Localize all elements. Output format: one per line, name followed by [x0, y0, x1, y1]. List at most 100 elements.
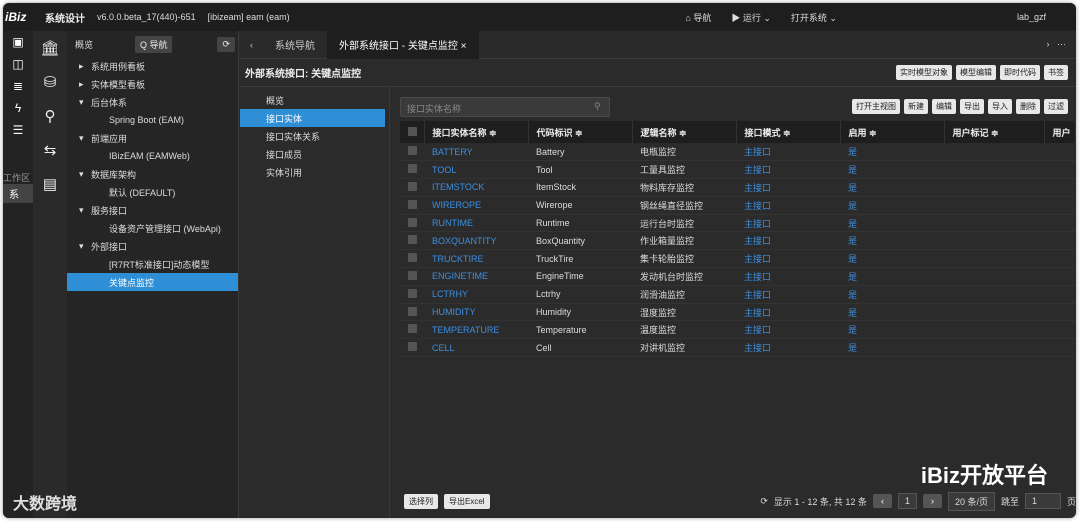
tab-system-nav[interactable]: 系统导航 [263, 31, 327, 59]
window-icon[interactable]: ◫ [3, 53, 33, 75]
export-button[interactable]: 导出 [960, 99, 984, 114]
prev-page-button[interactable]: ‹ [872, 494, 892, 508]
row-checkbox[interactable] [400, 214, 424, 233]
bolt-icon[interactable]: ϟ [3, 97, 33, 119]
row-checkbox[interactable] [400, 160, 424, 180]
tree-item[interactable]: 默认 (DEFAULT) [67, 183, 238, 201]
search-icon[interactable]: ⚲ [594, 101, 601, 112]
tree-item[interactable]: ▾ 前端应用 [67, 129, 238, 147]
tab-key-monitor[interactable]: 外部系统接口 - 关键点监控 × [327, 30, 479, 59]
table-row[interactable]: TOOL Tool 工量具监控 主接口是 [400, 160, 1076, 180]
col-user-tag[interactable]: 用户标记 ≑ [944, 121, 1045, 143]
select-columns-button[interactable]: 选择列 [404, 493, 438, 509]
tree-item[interactable]: [R7RT标准接口]动态模型 [67, 255, 238, 273]
tree-item[interactable]: 关键点监控 [67, 273, 238, 291]
caret-icon[interactable]: ▾ [79, 169, 91, 180]
caret-icon[interactable]: ▾ [79, 205, 91, 216]
tree-nav-button[interactable]: Q 导航 [134, 35, 173, 53]
caret-icon[interactable]: ▾ [79, 97, 91, 108]
tree-item[interactable]: ▾ 服务接口 [67, 201, 238, 219]
cell-entity-name[interactable]: TRUCKTIRE [424, 249, 528, 269]
col-entity-name[interactable]: 接口实体名称 ≑ [424, 121, 529, 143]
col-code[interactable]: 代码标识 ≑ [528, 121, 633, 143]
list-icon[interactable]: ☰ [3, 119, 33, 141]
table-row[interactable]: ENGINETIME EngineTime 发动机台时监控 主接口是 [400, 267, 1076, 286]
search-icon[interactable]: ⚲ [33, 99, 67, 133]
goto-input[interactable]: 1 [1024, 493, 1061, 509]
subnav-interface-entity[interactable]: 接口实体 [240, 109, 385, 127]
tree-item[interactable]: 设备资产管理接口 (WebApi) [67, 219, 238, 237]
instant-code-button[interactable]: 即时代码 [1000, 65, 1040, 80]
page-size-select[interactable]: 20 条/页 [947, 491, 995, 511]
tree-item[interactable]: ▾ 后台体系 [67, 93, 238, 111]
open-main-view-button[interactable]: 打开主视图 [852, 99, 900, 114]
table-row[interactable]: TEMPERATURE Temperature 温度监控 主接口是 [400, 320, 1076, 340]
refresh-icon[interactable]: ⟳ [217, 36, 235, 52]
cell-entity-name[interactable]: ENGINETIME [424, 267, 528, 286]
delete-button[interactable]: 删除 [1016, 99, 1040, 114]
cell-entity-name[interactable]: CELL [424, 338, 528, 358]
refresh-icon[interactable]: ⟳ [760, 496, 768, 507]
table-row[interactable]: TRUCKTIRE TruckTire 集卡轮胎监控 主接口是 [400, 249, 1076, 269]
row-checkbox[interactable] [400, 267, 424, 286]
subnav-entity-ref[interactable]: 实体引用 [240, 163, 389, 181]
chevron-left-icon[interactable]: ‹ [240, 40, 263, 50]
new-button[interactable]: 新建 [904, 99, 928, 114]
cell-entity-name[interactable]: ITEMSTOCK [424, 178, 528, 197]
current-page[interactable]: 1 [897, 493, 917, 509]
tree-item[interactable]: IBizEAM (EAMWeb) [67, 147, 238, 165]
briefcase-icon[interactable]: ▤ [33, 167, 67, 201]
database-icon[interactable]: ≣ [3, 75, 33, 97]
col-enabled[interactable]: 启用 ≑ [840, 121, 945, 143]
row-checkbox[interactable] [400, 196, 424, 215]
table-row[interactable]: BOXQUANTITY BoxQuantity 作业箱量监控 主接口是 [400, 231, 1076, 251]
model-edit-button[interactable]: 模型编辑 [956, 65, 996, 80]
cell-entity-name[interactable]: BATTERY [424, 143, 528, 162]
table-row[interactable]: RUNTIME Runtime 运行台时监控 主接口是 [400, 214, 1076, 233]
row-checkbox[interactable] [400, 285, 424, 304]
bank-icon[interactable]: 🏛 [33, 31, 67, 65]
cell-entity-name[interactable]: LCTRHY [424, 285, 528, 304]
cell-entity-name[interactable]: TEMPERATURE [424, 320, 528, 340]
row-checkbox[interactable] [400, 249, 424, 269]
search-input[interactable]: 接口实体名称 [400, 97, 610, 117]
table-row[interactable]: WIREROPE Wirerope 钢丝绳直径监控 主接口是 [400, 196, 1076, 215]
caret-icon[interactable]: ▸ [79, 79, 91, 90]
next-page-button[interactable]: › [922, 494, 942, 508]
run-button[interactable]: ▶ 运行 ⌄ [731, 11, 771, 24]
table-row[interactable]: CELL Cell 对讲机监控 主接口是 [400, 338, 1076, 358]
tree-item[interactable]: ▾ 数据库架构 [67, 165, 238, 183]
edit-button[interactable]: 编辑 [932, 99, 956, 114]
row-checkbox[interactable] [400, 178, 424, 197]
filter-button[interactable]: 过滤 [1044, 99, 1068, 114]
row-checkbox[interactable] [400, 338, 424, 358]
select-all-checkbox[interactable] [400, 121, 425, 143]
sync-icon[interactable]: ⇆ [33, 133, 67, 167]
grid-icon[interactable]: ▣ [3, 31, 33, 53]
table-row[interactable]: HUMIDITY Humidity 湿度监控 主接口是 [400, 303, 1076, 322]
tree-item[interactable]: ▸ 系统用例看板 [67, 57, 238, 75]
row-checkbox[interactable] [400, 231, 424, 251]
export-excel-button[interactable]: 导出Excel [444, 493, 490, 509]
subnav-members[interactable]: 接口成员 [240, 145, 389, 163]
chevron-right-icon[interactable]: › ⋯ [1047, 39, 1077, 50]
user-name[interactable]: lab_gzf [1017, 12, 1046, 22]
cell-entity-name[interactable]: RUNTIME [424, 214, 528, 233]
cell-entity-name[interactable]: HUMIDITY [424, 303, 528, 322]
bookmark-button[interactable]: 书签 [1044, 65, 1068, 80]
tree-item[interactable]: ▸ 实体模型看板 [67, 75, 238, 93]
tree-item[interactable]: Spring Boot (EAM) [67, 111, 238, 129]
row-checkbox[interactable] [400, 303, 424, 322]
cell-entity-name[interactable]: WIREROPE [424, 196, 528, 215]
caret-icon[interactable]: ▸ [79, 61, 91, 72]
cell-entity-name[interactable]: TOOL [424, 160, 528, 180]
tree-item[interactable]: ▾ 外部接口 [67, 237, 238, 255]
open-system-button[interactable]: 打开系统 ⌄ [791, 11, 837, 24]
nav-button[interactable]: ⌂ 导航 [685, 11, 711, 24]
cell-entity-name[interactable]: BOXQUANTITY [424, 231, 528, 251]
col-mode[interactable]: 接口模式 ≑ [736, 121, 841, 143]
import-button[interactable]: 导入 [988, 99, 1012, 114]
realtime-model-button[interactable]: 实时模型对象 [896, 65, 952, 80]
col-user[interactable]: 用户 [1044, 121, 1076, 143]
table-row[interactable]: BATTERY Battery 电瓶监控 主接口是 [400, 143, 1076, 162]
